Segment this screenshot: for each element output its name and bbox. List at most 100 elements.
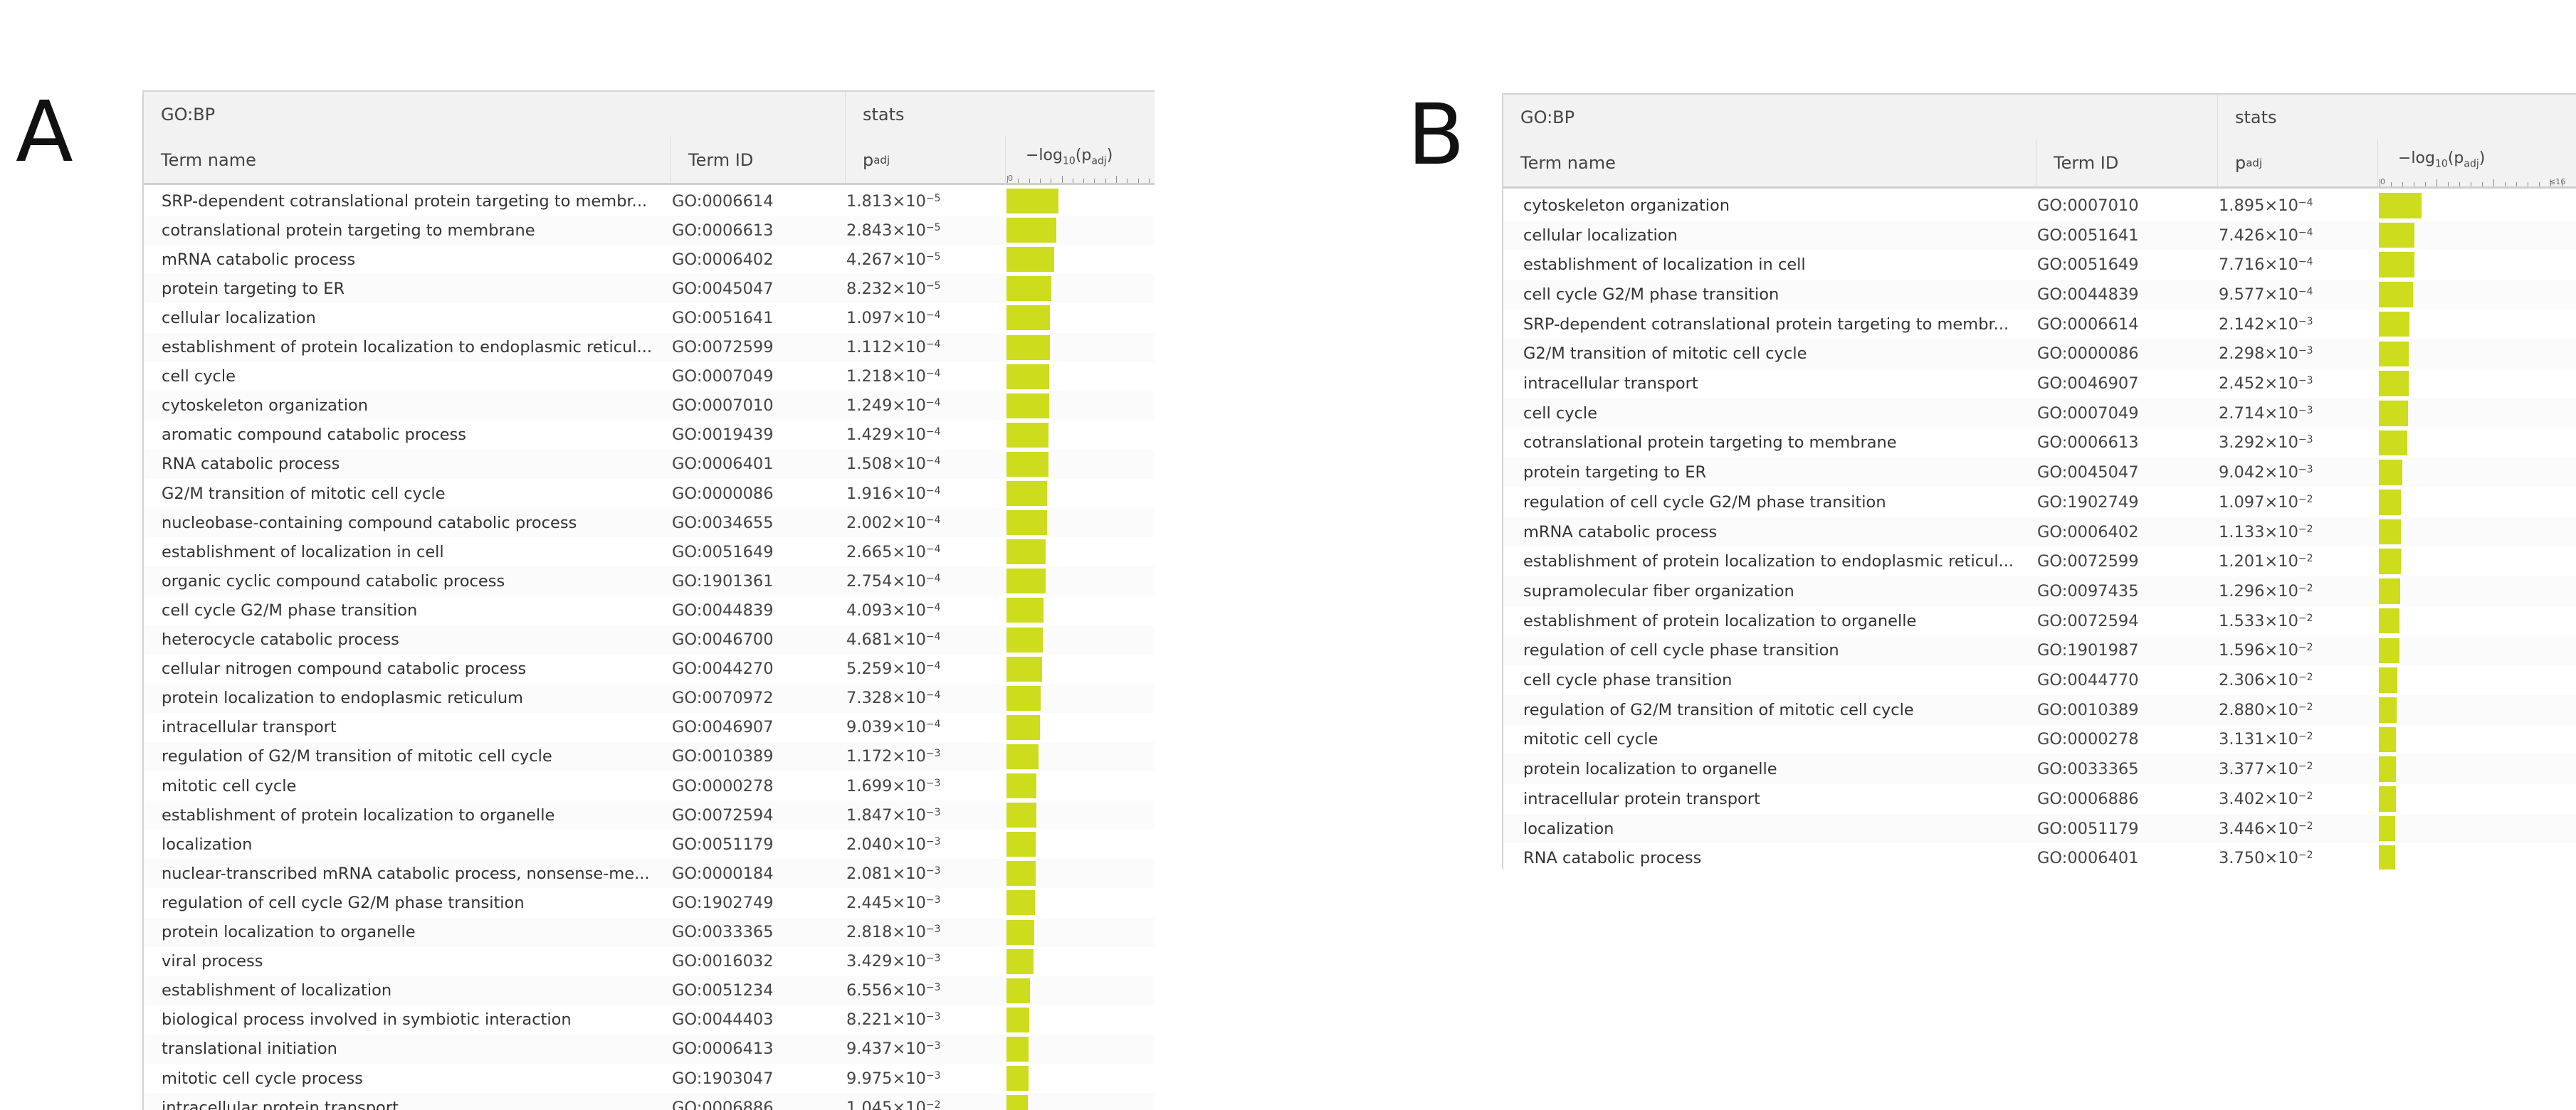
term-id[interactable]: GO:0051179 xyxy=(2037,814,2212,844)
term-id[interactable]: GO:0051641 xyxy=(2037,221,2212,250)
term-row[interactable]: cellular localization GO:0051641 7.426 ×10−… xyxy=(1503,220,2576,250)
term-id[interactable]: GO:0051649 xyxy=(2037,250,2212,280)
term-name-header[interactable]: Term name xyxy=(144,137,671,183)
term-row[interactable]: protein targeting to ER GO:0045047 9.042 ×1… xyxy=(1503,458,2576,487)
term-row[interactable]: nuclear-transcribed mRNA catabolic proce… xyxy=(144,859,1155,889)
term-id[interactable]: GO:0007010 xyxy=(672,391,839,421)
term-id[interactable]: GO:0044839 xyxy=(672,596,839,625)
term-id[interactable]: GO:0044770 xyxy=(2037,665,2212,695)
term-id[interactable]: GO:0007049 xyxy=(672,362,839,391)
term-id[interactable]: GO:0006401 xyxy=(672,450,839,479)
term-row[interactable]: protein localization to endoplasmic reti… xyxy=(144,683,1155,713)
term-id[interactable]: GO:0010389 xyxy=(672,742,839,771)
term-row[interactable]: cell cycle GO:0007049 1.218 ×10 −4 xyxy=(144,362,1155,391)
term-row[interactable]: heterocycle catabolic process GO:0046700 4… xyxy=(144,625,1155,655)
term-row[interactable]: cotranslational protein targeting to mem… xyxy=(144,216,1155,245)
term-id[interactable]: GO:0070972 xyxy=(672,684,839,713)
term-row[interactable]: establishment of protein localization to… xyxy=(1503,546,2576,576)
term-id[interactable]: GO:1903047 xyxy=(672,1064,839,1093)
term-id[interactable]: GO:0044839 xyxy=(2037,280,2212,310)
term-row[interactable]: establishment of localization in cell GO:… xyxy=(1503,250,2576,280)
term-id[interactable]: GO:1902749 xyxy=(672,888,839,917)
term-row[interactable]: cellular localization GO:0051641 1.097 ×10−… xyxy=(144,303,1155,332)
term-row[interactable]: regulation of cell cycle G2/M phase tran… xyxy=(144,888,1155,917)
term-id[interactable]: GO:0016032 xyxy=(672,947,839,976)
term-row[interactable]: regulation of cell cycle G2/M phase tran… xyxy=(1503,487,2576,517)
term-id[interactable]: GO:0019439 xyxy=(672,421,839,450)
term-id[interactable]: GO:0097435 xyxy=(2037,576,2212,606)
term-id[interactable]: GO:0006402 xyxy=(2037,517,2212,547)
padj-header[interactable]: p adj xyxy=(845,137,1005,183)
term-id[interactable]: GO:0006614 xyxy=(672,186,839,216)
log-padj-header[interactable]: −log10(padj) 0 ≤16 xyxy=(2377,139,2576,186)
term-row[interactable]: cell cycle GO:0007049 2.714 ×10 −3 xyxy=(1503,398,2576,428)
term-row[interactable]: intracellular protein transport GO:000688… xyxy=(1503,784,2576,814)
term-id[interactable]: GO:0046907 xyxy=(2037,369,2212,398)
term-id[interactable]: GO:0044270 xyxy=(672,655,839,684)
term-row[interactable]: establishment of protein localization to… xyxy=(1503,606,2576,636)
term-row[interactable]: translational initiation GO:0006413 9.437 ×… xyxy=(144,1034,1155,1064)
term-id[interactable]: GO:0072599 xyxy=(672,333,839,362)
term-row[interactable]: intracellular protein transport GO:000688… xyxy=(144,1093,1155,1110)
term-id[interactable]: GO:0006402 xyxy=(672,245,839,274)
term-id[interactable]: GO:0006401 xyxy=(2037,843,2212,870)
term-id[interactable]: GO:0045047 xyxy=(2037,458,2212,487)
term-row[interactable]: regulation of cell cycle phase transitio… xyxy=(1503,635,2576,666)
term-id[interactable]: GO:0051649 xyxy=(672,537,839,566)
term-row[interactable]: cell cycle G2/M phase transition GO:00448… xyxy=(144,596,1155,625)
term-row[interactable]: regulation of G2/M transition of mitotic… xyxy=(1503,694,2576,725)
term-row[interactable]: cell cycle G2/M phase transition GO:00448… xyxy=(1503,280,2576,310)
term-id[interactable]: GO:0006886 xyxy=(2037,784,2212,814)
term-row[interactable]: supramolecular fiber organization GO:0097… xyxy=(1503,576,2576,606)
term-id[interactable]: GO:0000086 xyxy=(2037,339,2212,369)
padj-header[interactable]: p adj xyxy=(2217,139,2377,186)
term-id-header[interactable]: Term ID xyxy=(671,137,845,183)
term-row[interactable]: establishment of localization GO:0051234 6… xyxy=(144,976,1155,1005)
term-row[interactable]: regulation of G2/M transition of mitotic… xyxy=(144,741,1155,771)
term-id[interactable]: GO:0051234 xyxy=(672,976,839,1005)
term-row[interactable]: RNA catabolic process GO:0006401 1.508 ×10−… xyxy=(144,449,1155,479)
term-row[interactable]: mitotic cell cycle GO:0000278 1.699 ×10 −3 xyxy=(144,771,1155,800)
term-id[interactable]: GO:0006413 xyxy=(672,1035,839,1064)
term-row[interactable]: establishment of protein localization to… xyxy=(144,800,1155,830)
term-row[interactable]: mRNA catabolic process GO:0006402 4.267 ×10… xyxy=(144,245,1155,274)
term-id[interactable]: GO:0000086 xyxy=(672,479,839,508)
term-row[interactable]: cytoskeleton organization GO:0007010 1.895… xyxy=(1503,191,2576,221)
term-row[interactable]: nucleobase-containing compound catabolic… xyxy=(144,508,1155,538)
log-padj-header[interactable]: −log10(padj) 0 xyxy=(1005,137,1155,183)
term-row[interactable]: G2/M transition of mitotic cell cycle GO:… xyxy=(1503,339,2576,369)
term-row[interactable]: aromatic compound catabolic process GO:00… xyxy=(144,421,1155,450)
term-id[interactable]: GO:0006613 xyxy=(672,216,839,245)
term-row[interactable]: SRP-dependent cotranslational protein ta… xyxy=(1503,310,2576,339)
term-id[interactable]: GO:0072594 xyxy=(2037,606,2212,636)
term-id[interactable]: GO:0006886 xyxy=(672,1093,839,1110)
term-row[interactable]: protein localization to organelle GO:0033… xyxy=(144,917,1155,947)
term-id[interactable]: GO:0010389 xyxy=(2037,695,2212,725)
term-id[interactable]: GO:0045047 xyxy=(672,274,839,303)
term-id[interactable]: GO:0051641 xyxy=(672,303,839,332)
term-row[interactable]: mRNA catabolic process GO:0006402 1.133 ×10… xyxy=(1503,517,2576,547)
term-id[interactable]: GO:0051179 xyxy=(672,830,839,859)
term-row[interactable]: protein localization to organelle GO:0033… xyxy=(1503,754,2576,784)
term-id[interactable]: GO:1901361 xyxy=(672,566,839,596)
term-name-header[interactable]: Term name xyxy=(1503,139,2036,186)
term-id[interactable]: GO:0033365 xyxy=(672,918,839,947)
term-id[interactable]: GO:0007049 xyxy=(2037,398,2212,428)
term-row[interactable]: viral process GO:0016032 3.429 ×10 −3 xyxy=(144,947,1155,976)
term-row[interactable]: localization GO:0051179 2.040 ×10 −3 xyxy=(144,830,1155,859)
term-id[interactable]: GO:1901987 xyxy=(2037,636,2212,666)
term-id[interactable]: GO:1902749 xyxy=(2037,487,2212,517)
term-row[interactable]: RNA catabolic process GO:0006401 3.750 ×10−… xyxy=(1503,843,2576,870)
term-id[interactable]: GO:0007010 xyxy=(2037,191,2212,221)
term-id[interactable]: GO:0034655 xyxy=(672,508,839,537)
term-row[interactable]: cellular nitrogen compound catabolic pro… xyxy=(144,655,1155,684)
term-row[interactable]: establishment of protein localization to… xyxy=(144,332,1155,362)
term-id[interactable]: GO:0033365 xyxy=(2037,754,2212,784)
term-row[interactable]: cotranslational protein targeting to mem… xyxy=(1503,428,2576,458)
term-id[interactable]: GO:0006613 xyxy=(2037,428,2212,458)
term-id[interactable]: GO:0006614 xyxy=(2037,310,2212,339)
term-row[interactable]: cytoskeleton organization GO:0007010 1.249… xyxy=(144,391,1155,421)
term-id[interactable]: GO:0046907 xyxy=(672,713,839,742)
term-row[interactable]: intracellular transport GO:0046907 2.452 ×1… xyxy=(1503,369,2576,398)
term-row[interactable]: localization GO:0051179 3.446 ×10 −2 xyxy=(1503,813,2576,844)
